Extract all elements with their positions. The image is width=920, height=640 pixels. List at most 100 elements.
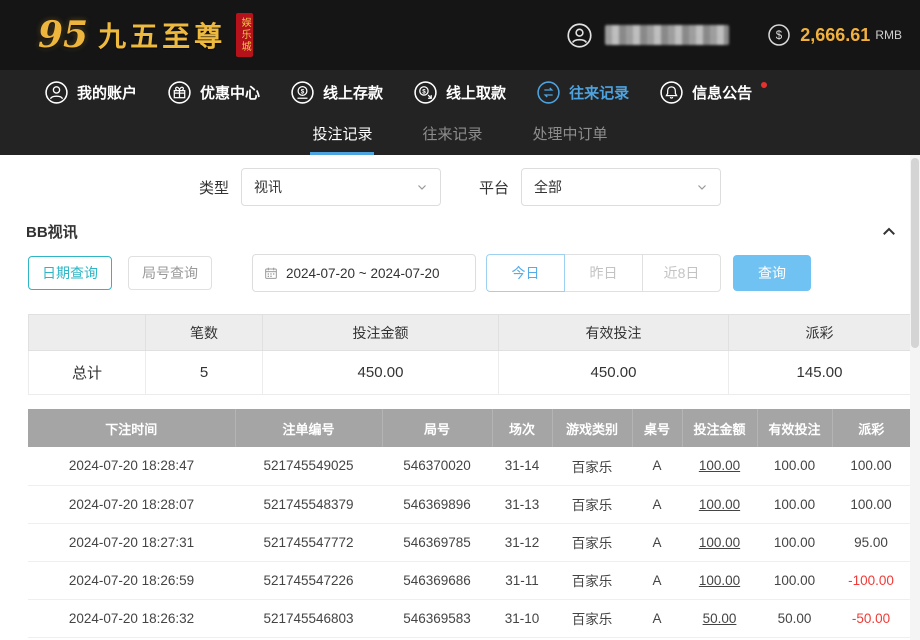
bet-amount-link[interactable]: 100.00 [682, 447, 757, 485]
scrollbar-thumb[interactable] [911, 158, 919, 348]
session-cell: 31-13 [492, 485, 552, 523]
header-round-id: 局号 [382, 409, 492, 447]
header-payout: 派彩 [832, 409, 910, 447]
bet-row: 2024-07-20 18:28:07 521745548379 5463698… [28, 485, 910, 523]
nav-item-deposit[interactable]: $ 线上存款 [290, 80, 383, 105]
summary-valid-bet: 450.00 [499, 351, 729, 395]
valid-bet-cell: 100.00 [757, 447, 832, 485]
game-type-cell: 百家乐 [552, 485, 632, 523]
chevron-down-icon [416, 181, 428, 193]
logo-95-emblem-icon: 95 [38, 14, 88, 56]
query-toolbar: 日期查询 局号查询 2024-07-20 ~ 2024-07-20 今日 昨日 … [0, 248, 920, 306]
bet-time-cell: 2024-07-20 18:26:59 [28, 561, 235, 599]
header-game-type: 游戏类别 [552, 409, 632, 447]
bell-icon [659, 80, 684, 105]
summary-total-label: 总计 [29, 351, 146, 395]
round-id-cell: 546369785 [382, 523, 492, 561]
round-id-cell: 546369686 [382, 561, 492, 599]
nav-label: 优惠中心 [200, 82, 260, 103]
bet-amount-link[interactable]: 100.00 [682, 523, 757, 561]
bet-time-cell: 2024-07-20 18:28:07 [28, 485, 235, 523]
bet-amount-link[interactable]: 100.00 [682, 561, 757, 599]
summary-table: 笔数 投注金额 有效投注 派彩 总计 5 450.00 450.00 145.0… [28, 314, 911, 395]
valid-bet-cell: 100.00 [757, 523, 832, 561]
platform-filter-label: 平台 [479, 177, 509, 198]
nav-label: 线上存款 [323, 82, 383, 103]
platform-select-value: 全部 [534, 177, 562, 197]
order-id-cell: 521745549025 [235, 447, 382, 485]
type-filter-label: 类型 [199, 177, 229, 198]
table-no-cell: A [632, 447, 682, 485]
search-button[interactable]: 查询 [733, 255, 811, 291]
header-valid-bet: 有效投注 [757, 409, 832, 447]
nav-item-announcements[interactable]: 信息公告 [659, 80, 766, 105]
summary-payout: 145.00 [729, 351, 911, 395]
session-cell: 31-14 [492, 447, 552, 485]
bet-amount-link[interactable]: 100.00 [682, 485, 757, 523]
order-id-cell: 521745548379 [235, 485, 382, 523]
dollar-circle-icon: $ [767, 23, 791, 47]
nav-label: 往来记录 [569, 82, 629, 103]
platform-select[interactable]: 全部 [521, 168, 721, 206]
bet-time-cell: 2024-07-20 18:26:32 [28, 599, 235, 637]
nav-item-withdraw[interactable]: $ 线上取款 [413, 80, 506, 105]
svg-text:$: $ [776, 30, 783, 42]
game-type-cell: 百家乐 [552, 599, 632, 637]
nav-label: 信息公告 [692, 82, 752, 103]
transfer-records-icon [536, 80, 561, 105]
bet-row: 2024-07-20 18:27:31 521745547772 5463697… [28, 523, 910, 561]
tab-transaction-records[interactable]: 往来记录 [420, 115, 484, 155]
game-type-cell: 百家乐 [552, 447, 632, 485]
quick-yesterday-button[interactable]: 昨日 [564, 254, 643, 292]
chevron-up-icon [880, 223, 898, 241]
summary-header-count: 笔数 [146, 315, 263, 351]
calendar-icon [263, 265, 279, 281]
bet-amount-link[interactable]: 50.00 [682, 599, 757, 637]
summary-header-blank [29, 315, 146, 351]
filter-row: 类型 视讯 平台 全部 [0, 155, 920, 215]
collapse-section-button[interactable] [880, 223, 898, 241]
order-id-cell: 521745546803 [235, 599, 382, 637]
table-no-cell: A [632, 561, 682, 599]
game-type-cell: 百家乐 [552, 523, 632, 561]
payout-cell: 100.00 [832, 447, 910, 485]
round-id-cell: 546370020 [382, 447, 492, 485]
bet-row: 2024-07-20 18:28:47 521745549025 5463700… [28, 447, 910, 485]
type-select[interactable]: 视讯 [241, 168, 441, 206]
brand-sub-badge: 娱乐城 [236, 13, 253, 57]
date-range-input[interactable]: 2024-07-20 ~ 2024-07-20 [252, 254, 476, 292]
type-select-value: 视讯 [254, 177, 282, 197]
balance-amount: 2,666.61 [800, 25, 870, 46]
brand-name: 九五至尊 [98, 15, 226, 55]
summary-count: 5 [146, 351, 263, 395]
section-header: BB视讯 [0, 215, 920, 248]
bet-row: 2024-07-20 18:26:32 521745546803 5463695… [28, 599, 910, 637]
brand-logo[interactable]: 95 九五至尊 娱乐城 [38, 13, 253, 57]
balance-currency: RMB [875, 28, 902, 42]
svg-text:$: $ [422, 89, 426, 96]
header-bet-amount: 投注金额 [682, 409, 757, 447]
payout-cell: 100.00 [832, 485, 910, 523]
payout-cell: 95.00 [832, 523, 910, 561]
deposit-coin-icon: $ [290, 80, 315, 105]
page: 95 九五至尊 娱乐城 $ 2,666.61 RMB 我的账户 [0, 0, 920, 640]
quick-today-button[interactable]: 今日 [486, 254, 565, 292]
round-query-button[interactable]: 局号查询 [128, 256, 212, 290]
order-id-cell: 521745547226 [235, 561, 382, 599]
username-redacted[interactable] [605, 25, 729, 45]
nav-label: 线上取款 [446, 82, 506, 103]
summary-total-row: 总计 5 450.00 450.00 145.00 [29, 351, 911, 395]
vertical-scrollbar[interactable] [910, 155, 920, 640]
nav-item-records[interactable]: 往来记录 [536, 80, 629, 105]
payout-cell: -50.00 [832, 599, 910, 637]
user-area: $ 2,666.61 RMB [566, 22, 908, 49]
nav-item-my-account[interactable]: 我的账户 [44, 80, 137, 105]
quick-last8days-button[interactable]: 近8日 [642, 254, 721, 292]
date-query-button[interactable]: 日期查询 [28, 256, 112, 290]
tab-bet-records[interactable]: 投注记录 [310, 115, 374, 155]
nav-item-promotions[interactable]: 优惠中心 [167, 80, 260, 105]
user-avatar-icon[interactable] [566, 22, 593, 49]
gift-icon [167, 80, 192, 105]
chevron-down-icon [696, 181, 708, 193]
tab-processing-orders[interactable]: 处理中订单 [531, 115, 610, 155]
